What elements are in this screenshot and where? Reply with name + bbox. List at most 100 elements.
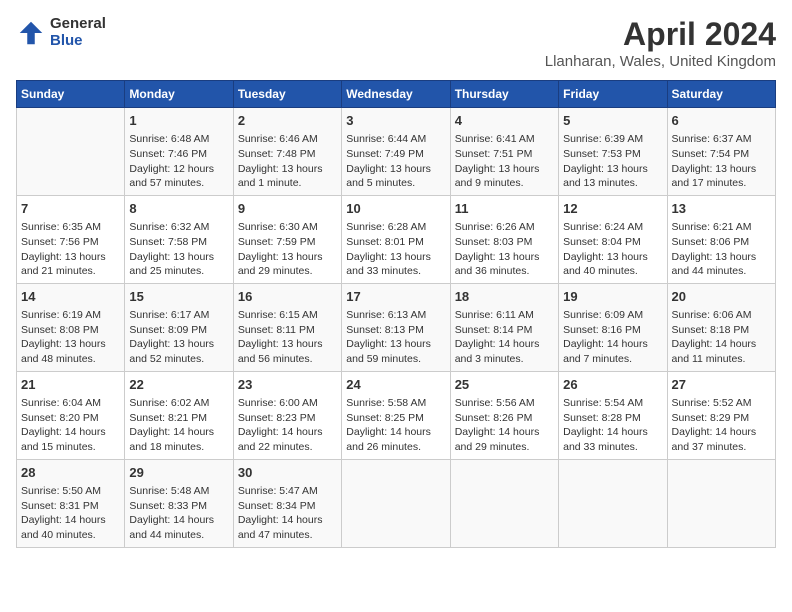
day-number: 5 xyxy=(563,112,662,130)
calendar-cell: 11 Sunrise: 6:26 AM Sunset: 8:03 PM Dayli… xyxy=(450,195,558,283)
cell-content: Sunrise: 6:41 AM Sunset: 7:51 PM Dayligh… xyxy=(455,132,554,191)
day-number: 2 xyxy=(238,112,337,130)
cell-content: Sunrise: 6:13 AM Sunset: 8:13 PM Dayligh… xyxy=(346,308,445,367)
calendar-cell: 16 Sunrise: 6:15 AM Sunset: 8:11 PM Dayli… xyxy=(233,283,341,371)
day-number: 17 xyxy=(346,288,445,306)
calendar-cell: 20Sunrise: 6:06 AM Sunset: 8:18 PM Dayli… xyxy=(667,283,775,371)
day-header-thursday: Thursday xyxy=(450,81,558,108)
cell-content: Sunrise: 5:47 AM Sunset: 8:34 PM Dayligh… xyxy=(238,484,337,543)
cell-content: Sunrise: 6:02 AM Sunset: 8:21 PM Dayligh… xyxy=(129,396,228,455)
calendar-subtitle: Llanharan, Wales, United Kingdom xyxy=(545,53,776,70)
cell-content: Sunrise: 6:37 AM Sunset: 7:54 PM Dayligh… xyxy=(672,132,771,191)
cell-content: Sunrise: 6:48 AM Sunset: 7:46 PM Dayligh… xyxy=(129,132,228,191)
cell-content: Sunrise: 5:58 AM Sunset: 8:25 PM Dayligh… xyxy=(346,396,445,455)
day-header-friday: Friday xyxy=(559,81,667,108)
page-header: General Blue April 2024 Llanharan, Wales… xyxy=(16,16,776,70)
cell-content: Sunrise: 6:35 AM Sunset: 7:56 PM Dayligh… xyxy=(21,220,120,279)
title-area: April 2024 Llanharan, Wales, United King… xyxy=(545,16,776,70)
calendar-cell xyxy=(559,459,667,547)
calendar-cell: 28Sunrise: 5:50 AM Sunset: 8:31 PM Dayli… xyxy=(17,459,125,547)
cell-content: Sunrise: 6:11 AM Sunset: 8:14 PM Dayligh… xyxy=(455,308,554,367)
calendar-week-row: 21Sunrise: 6:04 AM Sunset: 8:20 PM Dayli… xyxy=(17,371,776,459)
cell-content: Sunrise: 6:09 AM Sunset: 8:16 PM Dayligh… xyxy=(563,308,662,367)
cell-content: Sunrise: 6:26 AM Sunset: 8:03 PM Dayligh… xyxy=(455,220,554,279)
calendar-cell: 25 Sunrise: 5:56 AM Sunset: 8:26 PM Dayli… xyxy=(450,371,558,459)
day-number: 16 xyxy=(238,288,337,306)
calendar-week-row: 1 Sunrise: 6:48 AM Sunset: 7:46 PM Daylig… xyxy=(17,108,776,196)
calendar-cell: 1 Sunrise: 6:48 AM Sunset: 7:46 PM Daylig… xyxy=(125,108,233,196)
day-number: 8 xyxy=(129,200,228,218)
calendar-cell xyxy=(17,108,125,196)
day-header-wednesday: Wednesday xyxy=(342,81,450,108)
calendar-cell: 22 Sunrise: 6:02 AM Sunset: 8:21 PM Dayli… xyxy=(125,371,233,459)
cell-content: Sunrise: 6:04 AM Sunset: 8:20 PM Dayligh… xyxy=(21,396,120,455)
day-header-sunday: Sunday xyxy=(17,81,125,108)
calendar-cell: 5Sunrise: 6:39 AM Sunset: 7:53 PM Daylig… xyxy=(559,108,667,196)
cell-content: Sunrise: 5:54 AM Sunset: 8:28 PM Dayligh… xyxy=(563,396,662,455)
calendar-cell: 6 Sunrise: 6:37 AM Sunset: 7:54 PM Daylig… xyxy=(667,108,775,196)
day-number: 18 xyxy=(455,288,554,306)
day-number: 23 xyxy=(238,376,337,394)
day-number: 9 xyxy=(238,200,337,218)
calendar-week-row: 28Sunrise: 5:50 AM Sunset: 8:31 PM Dayli… xyxy=(17,459,776,547)
calendar-cell: 7 Sunrise: 6:35 AM Sunset: 7:56 PM Daylig… xyxy=(17,195,125,283)
day-number: 30 xyxy=(238,464,337,482)
calendar-cell: 29Sunrise: 5:48 AM Sunset: 8:33 PM Dayli… xyxy=(125,459,233,547)
calendar-cell: 26 Sunrise: 5:54 AM Sunset: 8:28 PM Dayli… xyxy=(559,371,667,459)
day-number: 14 xyxy=(21,288,120,306)
cell-content: Sunrise: 6:46 AM Sunset: 7:48 PM Dayligh… xyxy=(238,132,337,191)
calendar-week-row: 14Sunrise: 6:19 AM Sunset: 8:08 PM Dayli… xyxy=(17,283,776,371)
calendar-week-row: 7 Sunrise: 6:35 AM Sunset: 7:56 PM Daylig… xyxy=(17,195,776,283)
day-header-saturday: Saturday xyxy=(667,81,775,108)
day-number: 15 xyxy=(129,288,228,306)
cell-content: Sunrise: 6:17 AM Sunset: 8:09 PM Dayligh… xyxy=(129,308,228,367)
calendar-cell: 19 Sunrise: 6:09 AM Sunset: 8:16 PM Dayli… xyxy=(559,283,667,371)
day-number: 19 xyxy=(563,288,662,306)
calendar-table: SundayMondayTuesdayWednesdayThursdayFrid… xyxy=(16,80,776,548)
logo-general: General xyxy=(50,16,106,33)
calendar-cell: 23 Sunrise: 6:00 AM Sunset: 8:23 PM Dayli… xyxy=(233,371,341,459)
day-number: 22 xyxy=(129,376,228,394)
logo-blue: Blue xyxy=(50,33,106,50)
calendar-cell: 21Sunrise: 6:04 AM Sunset: 8:20 PM Dayli… xyxy=(17,371,125,459)
day-number: 12 xyxy=(563,200,662,218)
day-number: 6 xyxy=(672,112,771,130)
cell-content: Sunrise: 5:56 AM Sunset: 8:26 PM Dayligh… xyxy=(455,396,554,455)
calendar-cell: 13 Sunrise: 6:21 AM Sunset: 8:06 PM Dayli… xyxy=(667,195,775,283)
day-number: 11 xyxy=(455,200,554,218)
day-number: 3 xyxy=(346,112,445,130)
day-header-monday: Monday xyxy=(125,81,233,108)
cell-content: Sunrise: 6:44 AM Sunset: 7:49 PM Dayligh… xyxy=(346,132,445,191)
cell-content: Sunrise: 5:50 AM Sunset: 8:31 PM Dayligh… xyxy=(21,484,120,543)
calendar-cell: 3 Sunrise: 6:44 AM Sunset: 7:49 PM Daylig… xyxy=(342,108,450,196)
calendar-cell: 2 Sunrise: 6:46 AM Sunset: 7:48 PM Daylig… xyxy=(233,108,341,196)
calendar-cell: 12 Sunrise: 6:24 AM Sunset: 8:04 PM Dayli… xyxy=(559,195,667,283)
logo-text: General Blue xyxy=(50,16,106,49)
cell-content: Sunrise: 6:15 AM Sunset: 8:11 PM Dayligh… xyxy=(238,308,337,367)
logo: General Blue xyxy=(16,16,106,49)
calendar-cell: 14Sunrise: 6:19 AM Sunset: 8:08 PM Dayli… xyxy=(17,283,125,371)
cell-content: Sunrise: 6:06 AM Sunset: 8:18 PM Dayligh… xyxy=(672,308,771,367)
calendar-cell: 9 Sunrise: 6:30 AM Sunset: 7:59 PM Daylig… xyxy=(233,195,341,283)
day-number: 1 xyxy=(129,112,228,130)
cell-content: Sunrise: 6:00 AM Sunset: 8:23 PM Dayligh… xyxy=(238,396,337,455)
calendar-cell xyxy=(450,459,558,547)
cell-content: Sunrise: 6:21 AM Sunset: 8:06 PM Dayligh… xyxy=(672,220,771,279)
cell-content: Sunrise: 6:24 AM Sunset: 8:04 PM Dayligh… xyxy=(563,220,662,279)
calendar-cell: 18 Sunrise: 6:11 AM Sunset: 8:14 PM Dayli… xyxy=(450,283,558,371)
cell-content: Sunrise: 6:30 AM Sunset: 7:59 PM Dayligh… xyxy=(238,220,337,279)
calendar-cell: 4Sunrise: 6:41 AM Sunset: 7:51 PM Daylig… xyxy=(450,108,558,196)
calendar-cell xyxy=(342,459,450,547)
day-number: 26 xyxy=(563,376,662,394)
calendar-cell xyxy=(667,459,775,547)
day-number: 25 xyxy=(455,376,554,394)
day-number: 13 xyxy=(672,200,771,218)
day-number: 27 xyxy=(672,376,771,394)
calendar-cell: 24Sunrise: 5:58 AM Sunset: 8:25 PM Dayli… xyxy=(342,371,450,459)
cell-content: Sunrise: 5:52 AM Sunset: 8:29 PM Dayligh… xyxy=(672,396,771,455)
logo-icon xyxy=(16,18,46,48)
cell-content: Sunrise: 6:32 AM Sunset: 7:58 PM Dayligh… xyxy=(129,220,228,279)
day-number: 7 xyxy=(21,200,120,218)
calendar-title: April 2024 xyxy=(545,16,776,53)
day-header-tuesday: Tuesday xyxy=(233,81,341,108)
